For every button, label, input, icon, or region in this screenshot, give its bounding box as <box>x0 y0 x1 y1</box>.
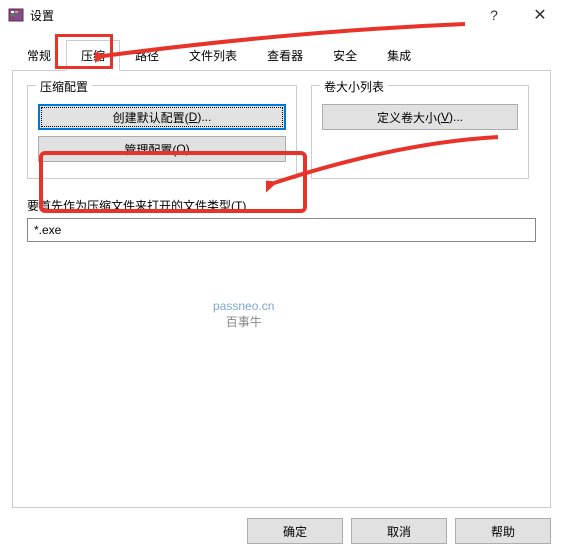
tab-viewer[interactable]: 查看器 <box>252 40 318 71</box>
dialog-footer: 确定 取消 帮助 <box>247 518 551 544</box>
tab-integration[interactable]: 集成 <box>372 40 426 71</box>
tab-general[interactable]: 常规 <box>12 40 66 71</box>
window-title: 设置 <box>30 7 471 24</box>
manage-config-button[interactable]: 管理配置(O)... <box>38 136 286 162</box>
filetype-input[interactable] <box>27 218 536 242</box>
tab-compression[interactable]: 压缩 <box>66 40 120 71</box>
window-controls: ? ✕ <box>471 0 563 30</box>
help-button[interactable]: ? <box>471 0 517 30</box>
titlebar: 设置 ? ✕ <box>0 0 563 30</box>
define-volume-size-button[interactable]: 定义卷大小(V)... <box>322 104 518 130</box>
create-default-config-button[interactable]: 创建默认配置(D)... <box>38 104 286 130</box>
volume-size-title: 卷大小列表 <box>320 78 388 95</box>
watermark: passneo.cn 百事牛 <box>213 299 274 330</box>
tab-strip: 常规 压缩 路径 文件列表 查看器 安全 集成 <box>0 40 563 71</box>
app-icon <box>8 7 24 23</box>
ok-button[interactable]: 确定 <box>247 518 343 544</box>
tab-security[interactable]: 安全 <box>318 40 372 71</box>
tab-panel: 压缩配置 创建默认配置(D)... 管理配置(O)... 卷大小列表 定义卷大小… <box>12 70 551 508</box>
tab-filelist[interactable]: 文件列表 <box>174 40 252 71</box>
compress-config-group: 压缩配置 创建默认配置(D)... 管理配置(O)... <box>27 85 297 179</box>
help-button-footer[interactable]: 帮助 <box>455 518 551 544</box>
filetype-label: 要首先作为压缩文件来打开的文件类型(T) <box>27 197 536 214</box>
cancel-button[interactable]: 取消 <box>351 518 447 544</box>
tab-path[interactable]: 路径 <box>120 40 174 71</box>
volume-size-group: 卷大小列表 定义卷大小(V)... <box>311 85 529 179</box>
compress-config-title: 压缩配置 <box>36 78 92 95</box>
close-button[interactable]: ✕ <box>517 0 563 30</box>
